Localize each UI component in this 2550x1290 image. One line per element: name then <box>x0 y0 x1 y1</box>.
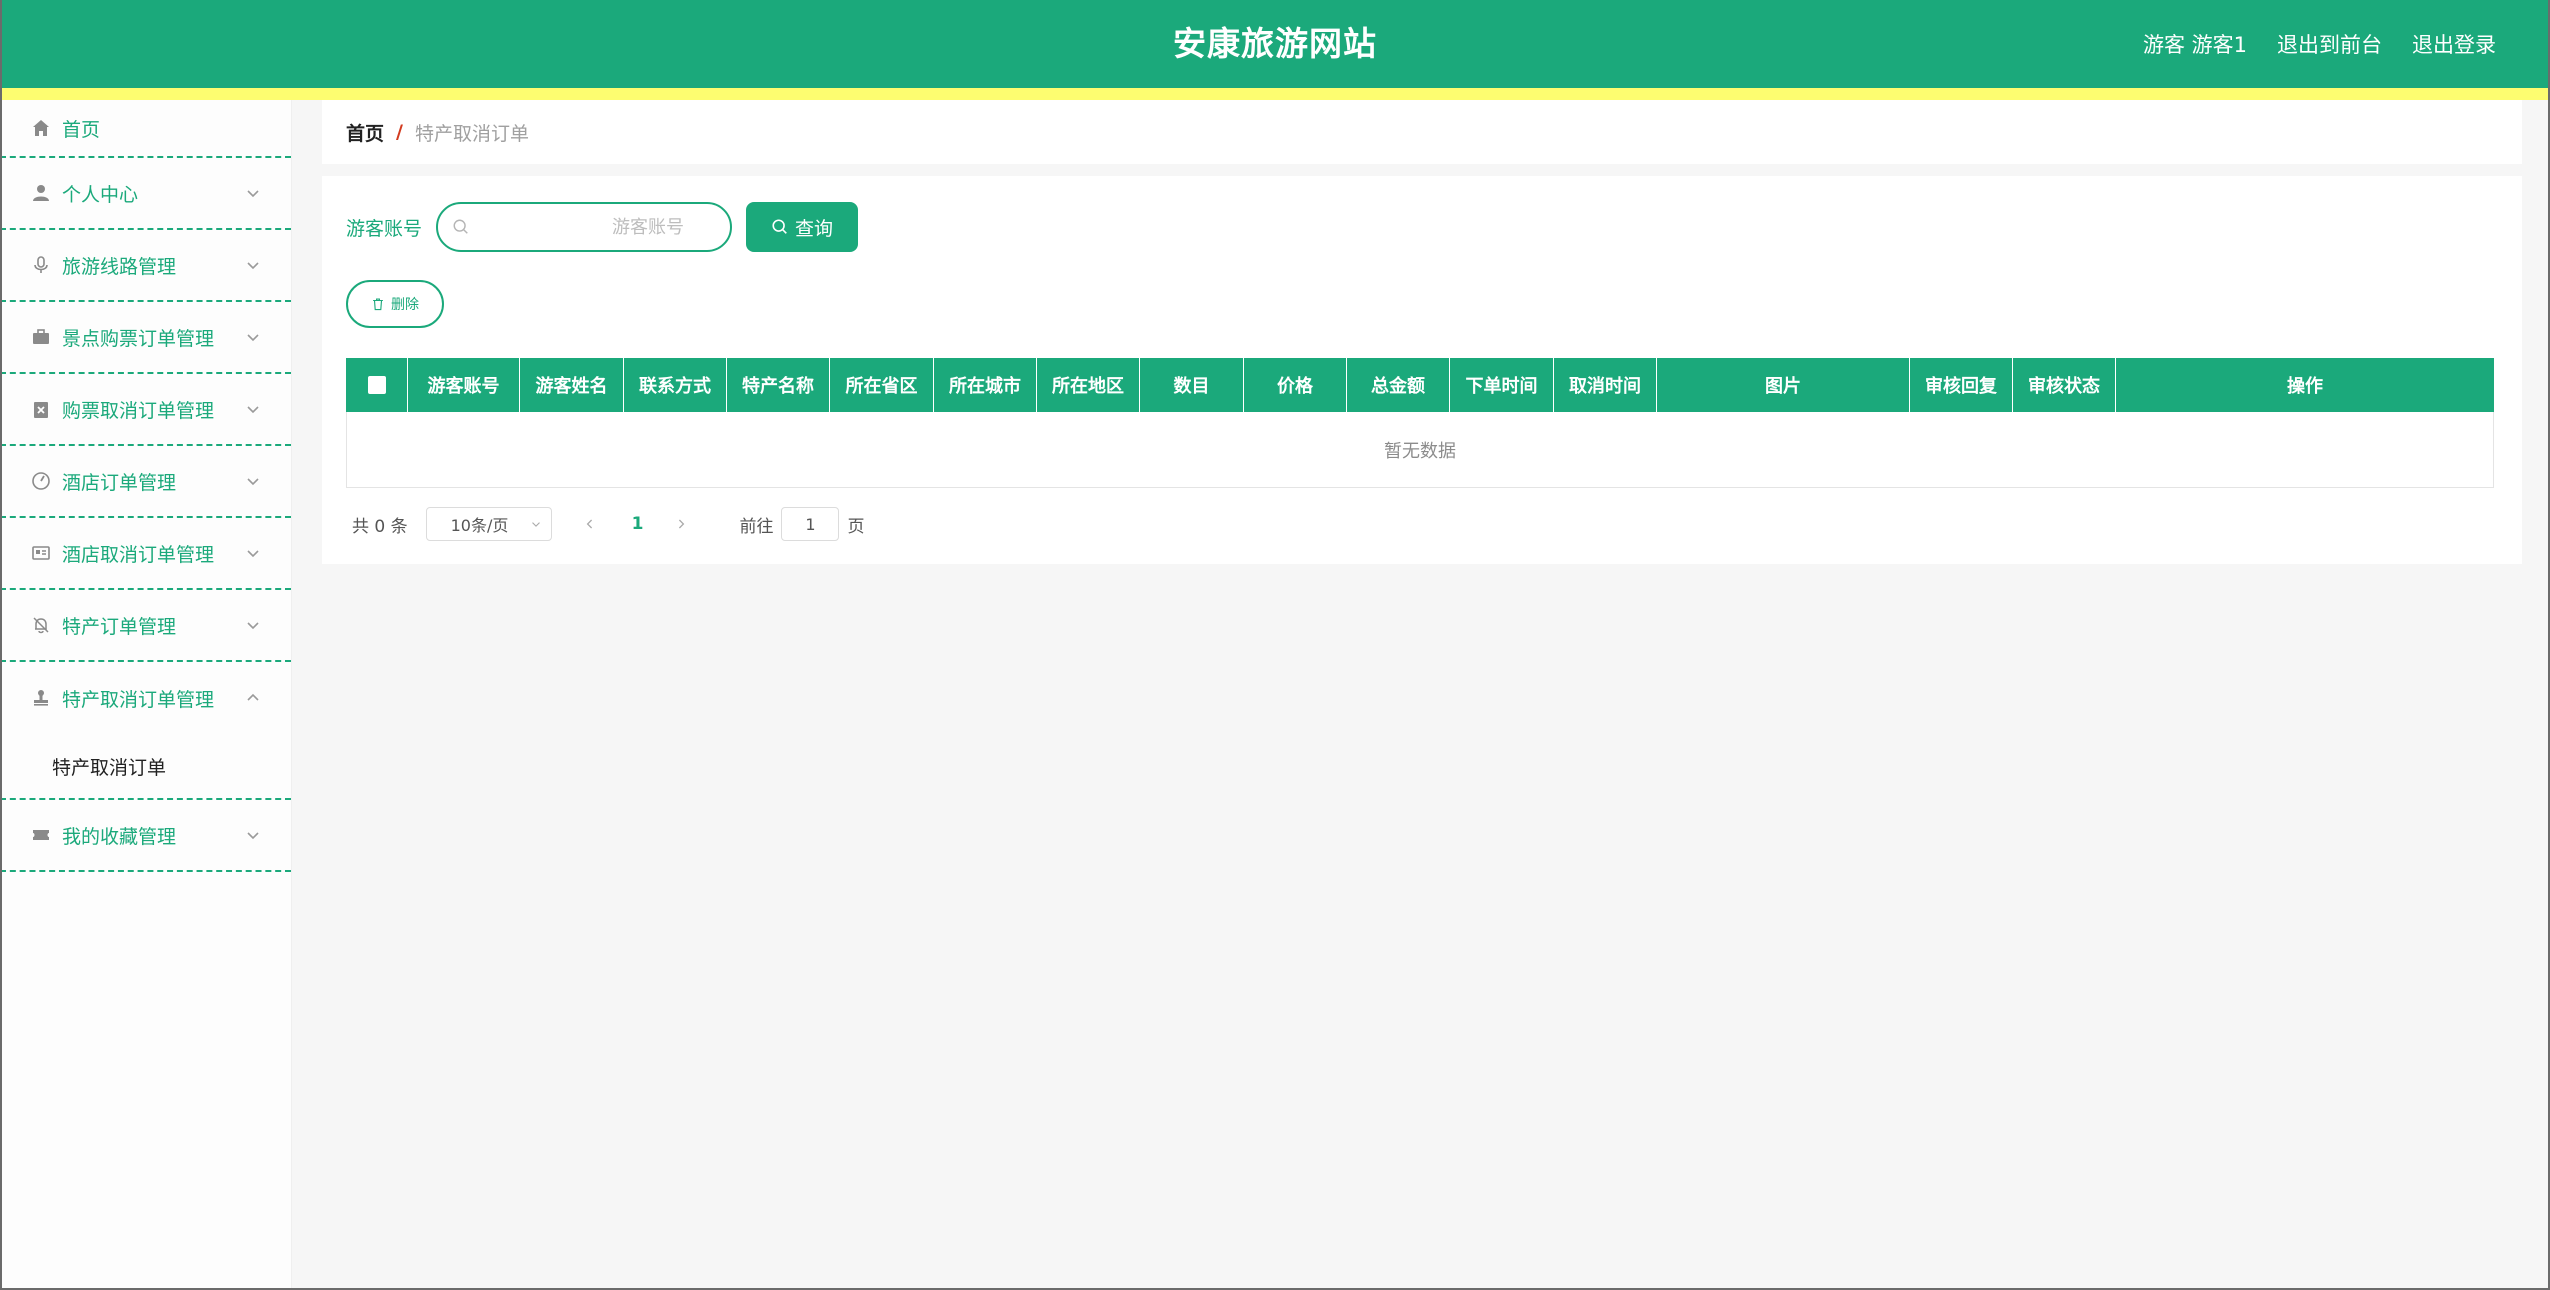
sidebar-item-ticket-cancel[interactable]: 购票取消订单管理 <box>0 374 291 446</box>
sidebar-item-favorites[interactable]: 我的收藏管理 <box>0 800 291 872</box>
sidebar-item-label: 特产取消订单管理 <box>62 688 215 711</box>
bell-off-icon <box>30 614 52 636</box>
sidebar-item-hotel-orders[interactable]: 酒店订单管理 <box>0 446 291 518</box>
sidebar-item-specialty-cancel[interactable]: 特产取消订单管理 <box>0 662 291 734</box>
query-button[interactable]: 查询 <box>746 202 859 252</box>
breadcrumb: 首页 / 特产取消订单 <box>322 100 2522 164</box>
chevron-down-icon <box>247 550 259 558</box>
sidebar-item-label: 我的收藏管理 <box>62 825 177 848</box>
next-page-icon[interactable] <box>673 516 689 532</box>
breadcrumb-home[interactable]: 首页 <box>346 119 384 146</box>
sidebar-item-label: 景点购票订单管理 <box>62 327 215 350</box>
sidebar-item-specialty-orders[interactable]: 特产订单管理 <box>0 590 291 662</box>
ticket-icon <box>30 824 52 846</box>
column-header: 所在省区 <box>830 358 934 412</box>
sidebar-item-label: 特产订单管理 <box>62 615 177 638</box>
page-number[interactable]: 1 <box>632 514 644 534</box>
sidebar-item-ticket-orders[interactable]: 景点购票订单管理 <box>0 302 291 374</box>
sidebar-item-label: 酒店取消订单管理 <box>62 543 215 566</box>
breadcrumb-separator: / <box>396 121 403 143</box>
user-icon <box>30 182 52 204</box>
delete-button[interactable]: 删除 <box>346 280 444 328</box>
column-header: 下单时间 <box>1450 358 1554 412</box>
chevron-up-icon <box>247 693 259 701</box>
column-header: 游客账号 <box>408 358 520 412</box>
sidebar-item-home[interactable]: 首页 <box>0 100 291 158</box>
microphone-icon <box>30 254 52 276</box>
sidebar-item-routes[interactable]: 旅游线路管理 <box>0 230 291 302</box>
top-header: 安康旅游网站 游客 游客1 退出到前台 退出登录 <box>0 0 2550 88</box>
logout-link[interactable]: 退出登录 <box>2412 29 2496 59</box>
goto-label: 前往 <box>739 516 774 537</box>
column-header: 所在城市 <box>934 358 1037 412</box>
clipboard-x-icon <box>30 398 52 420</box>
chevron-down-icon <box>247 406 259 414</box>
delete-button-label: 删除 <box>391 297 419 313</box>
page-size-value: 10条/页 <box>450 516 509 535</box>
sidebar-item-label: 购票取消订单管理 <box>62 399 215 422</box>
column-header: 总金额 <box>1347 358 1450 412</box>
search-icon <box>772 219 787 234</box>
select-all-checkbox[interactable] <box>367 376 386 394</box>
submenu-item-specialty-cancel-orders[interactable]: 特产取消订单 <box>0 734 291 798</box>
to-frontend-link[interactable]: 退出到前台 <box>2277 29 2382 59</box>
table-header: 游客账号 游客姓名 联系方式 特产名称 所在省区 所在城市 所在地区 数目 价格… <box>346 358 2494 412</box>
column-header: 价格 <box>1244 358 1347 412</box>
search-label: 游客账号 <box>346 217 423 240</box>
chevron-down-icon <box>247 262 259 270</box>
column-header: 审核状态 <box>2013 358 2116 412</box>
search-icon <box>453 219 468 234</box>
pagination: 共 0 条 10条/页 1 前往 页 <box>352 506 864 542</box>
sidebar-item-label: 个人中心 <box>62 183 139 206</box>
goto-suffix: 页 <box>847 516 865 537</box>
stamp-icon <box>30 687 52 709</box>
sidebar-item-label: 酒店订单管理 <box>62 471 177 494</box>
page-size-select[interactable]: 10条/页 <box>425 507 552 541</box>
main-content: 游客账号 查询 删除 游客账号 游客姓名 联系方式 特产名称 所在省区 所在城市… <box>322 176 2522 564</box>
header-actions: 游客 游客1 退出到前台 退出登录 <box>2143 0 2496 88</box>
column-header: 操作 <box>2287 376 2323 397</box>
column-header: 特产名称 <box>727 358 830 412</box>
pagination-total: 共 0 条 <box>352 516 408 537</box>
table-empty-state: 暂无数据 <box>346 412 2494 488</box>
search-bar: 游客账号 查询 <box>346 202 859 252</box>
chevron-down-icon <box>247 190 259 198</box>
breadcrumb-current: 特产取消订单 <box>414 122 529 145</box>
id-card-icon <box>30 542 52 564</box>
briefcase-icon <box>30 326 52 348</box>
column-header: 图片 <box>1657 358 1910 412</box>
data-table: 游客账号 游客姓名 联系方式 特产名称 所在省区 所在城市 所在地区 数目 价格… <box>346 358 2494 488</box>
column-header: 审核回复 <box>1910 358 2013 412</box>
column-header: 联系方式 <box>624 358 727 412</box>
chevron-down-icon <box>247 622 259 630</box>
sidebar-item-label: 首页 <box>62 118 101 141</box>
column-header: 所在地区 <box>1037 358 1140 412</box>
goto-page-input[interactable] <box>781 507 840 541</box>
sidebar: 首页 个人中心 旅游线路管理 景点购票订单管理 购票取消订单管理 酒店订单管理 <box>0 100 292 1290</box>
home-icon <box>30 117 52 139</box>
sidebar-item-label: 旅游线路管理 <box>62 255 177 278</box>
search-input[interactable] <box>478 204 719 250</box>
chevron-down-icon <box>247 478 259 486</box>
accent-bar <box>0 88 2550 100</box>
trash-icon <box>373 298 383 311</box>
chevron-down-icon <box>531 522 540 527</box>
column-header: 取消时间 <box>1554 358 1657 412</box>
column-header: 数目 <box>1140 358 1244 412</box>
sidebar-item-profile[interactable]: 个人中心 <box>0 158 291 230</box>
sidebar-group-specialty-cancel: 特产取消订单管理 特产取消订单 <box>0 662 291 800</box>
sidebar-item-hotel-cancel[interactable]: 酒店取消订单管理 <box>0 518 291 590</box>
gauge-icon <box>30 470 52 492</box>
current-user: 游客 游客1 <box>2142 33 2247 57</box>
search-field-wrapper <box>436 202 733 252</box>
column-header: 游客姓名 <box>520 358 624 412</box>
select-all-cell <box>346 358 408 412</box>
chevron-down-icon <box>247 832 259 840</box>
query-button-label: 查询 <box>795 217 834 240</box>
chevron-down-icon <box>247 334 259 342</box>
prev-page-icon[interactable] <box>582 516 598 532</box>
